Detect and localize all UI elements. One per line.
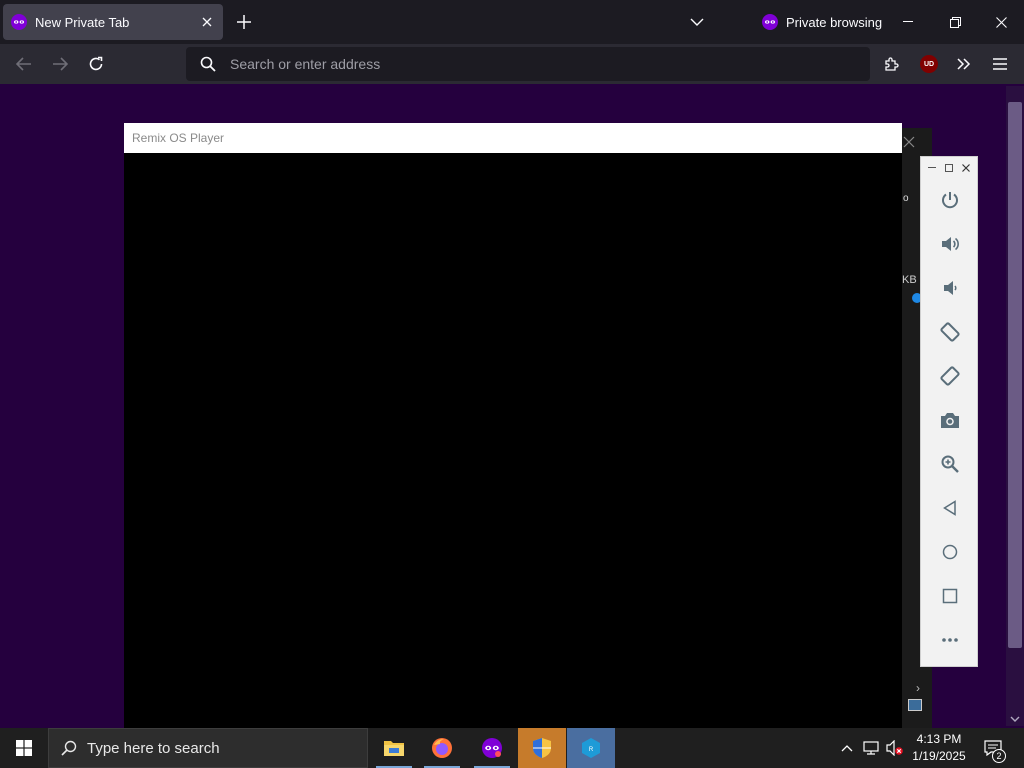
svg-text:R: R	[589, 747, 594, 753]
ublock-extension-icon[interactable]: UD	[920, 55, 938, 73]
private-mask-icon	[762, 14, 778, 30]
windows-taskbar: Type here to search R 4:13 PM 1/19/2025 …	[0, 728, 1024, 768]
power-icon[interactable]	[938, 188, 962, 212]
remix-os-icon: R	[582, 738, 600, 758]
remix-titlebar[interactable]: Remix OS Player	[124, 123, 902, 153]
arrow-left-icon	[16, 57, 31, 71]
taskbar-security-shield-app[interactable]	[518, 728, 566, 768]
volume-down-icon[interactable]	[938, 276, 962, 300]
browser-tab-strip: New Private Tab Private browsing	[0, 0, 1024, 44]
taskbar-firefox[interactable]	[418, 728, 466, 768]
reload-icon	[89, 56, 103, 71]
rotate-right-icon[interactable]	[938, 364, 962, 388]
remix-emulator-screen[interactable]	[124, 153, 902, 728]
toolbar-close-icon[interactable]	[958, 160, 974, 176]
taskbar-search-box[interactable]: Type here to search	[48, 728, 368, 768]
minimize-icon	[903, 21, 913, 22]
background-window-chevron[interactable]: ›	[916, 681, 920, 695]
tab-new-private[interactable]: New Private Tab	[3, 4, 223, 40]
home-icon[interactable]	[938, 540, 962, 564]
plus-icon	[237, 15, 251, 29]
reload-button[interactable]	[82, 50, 110, 78]
arrow-right-icon	[53, 57, 68, 71]
toolbar-window-controls	[921, 157, 977, 179]
url-bar[interactable]	[186, 47, 870, 81]
private-browsing-indicator: Private browsing	[762, 12, 882, 32]
start-button[interactable]	[0, 728, 48, 768]
puzzle-piece-icon	[885, 57, 899, 71]
search-icon	[61, 740, 77, 756]
extensions-button[interactable]	[878, 50, 906, 78]
chevron-down-icon	[690, 18, 704, 26]
network-tray-button[interactable]	[860, 728, 882, 768]
close-icon[interactable]	[902, 135, 916, 149]
app-menu-button[interactable]	[986, 50, 1014, 78]
toolbar-minimize-icon[interactable]	[924, 160, 940, 176]
tab-title: New Private Tab	[35, 14, 130, 30]
shield-icon	[533, 738, 551, 758]
double-chevron-right-icon	[957, 58, 971, 70]
taskbar-firefox-private[interactable]	[468, 728, 516, 768]
new-tab-button[interactable]	[232, 10, 256, 34]
camera-icon[interactable]	[938, 408, 962, 432]
private-mask-icon	[482, 738, 502, 758]
back-button[interactable]	[10, 50, 38, 78]
taskbar-search-placeholder: Type here to search	[87, 739, 220, 757]
remix-os-player-window: Remix OS Player	[124, 123, 902, 728]
page-scrollbar-thumb[interactable]	[1008, 102, 1022, 648]
close-window-button[interactable]	[986, 8, 1016, 36]
more-tools-button[interactable]	[950, 50, 978, 78]
private-mask-icon	[11, 14, 27, 30]
background-window-text: o	[903, 193, 909, 204]
toolbar-maximize-icon[interactable]	[941, 160, 957, 176]
remix-window-title: Remix OS Player	[132, 131, 225, 145]
volume-tray-button[interactable]	[884, 728, 906, 768]
rotate-left-icon[interactable]	[938, 320, 962, 344]
windows-logo-icon	[16, 740, 32, 756]
taskbar-remix-os-player[interactable]: R	[567, 728, 615, 768]
more-icon[interactable]	[938, 628, 962, 652]
remix-side-toolbar	[920, 156, 978, 667]
address-input[interactable]	[230, 56, 830, 72]
close-icon	[995, 16, 1007, 28]
taskbar-clock[interactable]: 4:13 PM 1/19/2025	[906, 731, 972, 765]
zoom-icon[interactable]	[938, 452, 962, 476]
window-thumbnail-icon	[908, 699, 922, 711]
firefox-icon	[432, 738, 452, 758]
clock-date: 1/19/2025	[912, 749, 966, 763]
back-icon[interactable]	[938, 496, 962, 520]
volume-up-icon[interactable]	[938, 232, 962, 256]
private-browsing-label: Private browsing	[786, 14, 883, 30]
chevron-up-icon	[841, 744, 853, 751]
clock-time: 4:13 PM	[916, 732, 962, 746]
folder-icon	[384, 741, 404, 756]
network-icon	[863, 741, 879, 755]
close-tab-icon[interactable]	[199, 14, 215, 30]
chevron-down-icon	[1010, 716, 1020, 722]
background-window-size-label: KB	[902, 274, 917, 286]
show-hidden-icons-button[interactable]	[836, 728, 858, 768]
minimize-button[interactable]	[893, 8, 923, 36]
forward-button[interactable]	[46, 50, 74, 78]
hamburger-menu-icon	[993, 58, 1007, 70]
notification-count-badge: 2	[992, 749, 1006, 763]
restore-icon	[949, 16, 961, 28]
taskbar-file-explorer[interactable]	[370, 728, 418, 768]
list-all-tabs-button[interactable]	[686, 12, 708, 32]
recents-icon[interactable]	[938, 584, 962, 608]
browser-nav-bar: UD	[0, 44, 1024, 84]
restore-button[interactable]	[940, 8, 970, 36]
scroll-down-arrow[interactable]	[1008, 712, 1022, 726]
volume-muted-icon	[886, 740, 903, 756]
search-icon	[200, 56, 216, 72]
